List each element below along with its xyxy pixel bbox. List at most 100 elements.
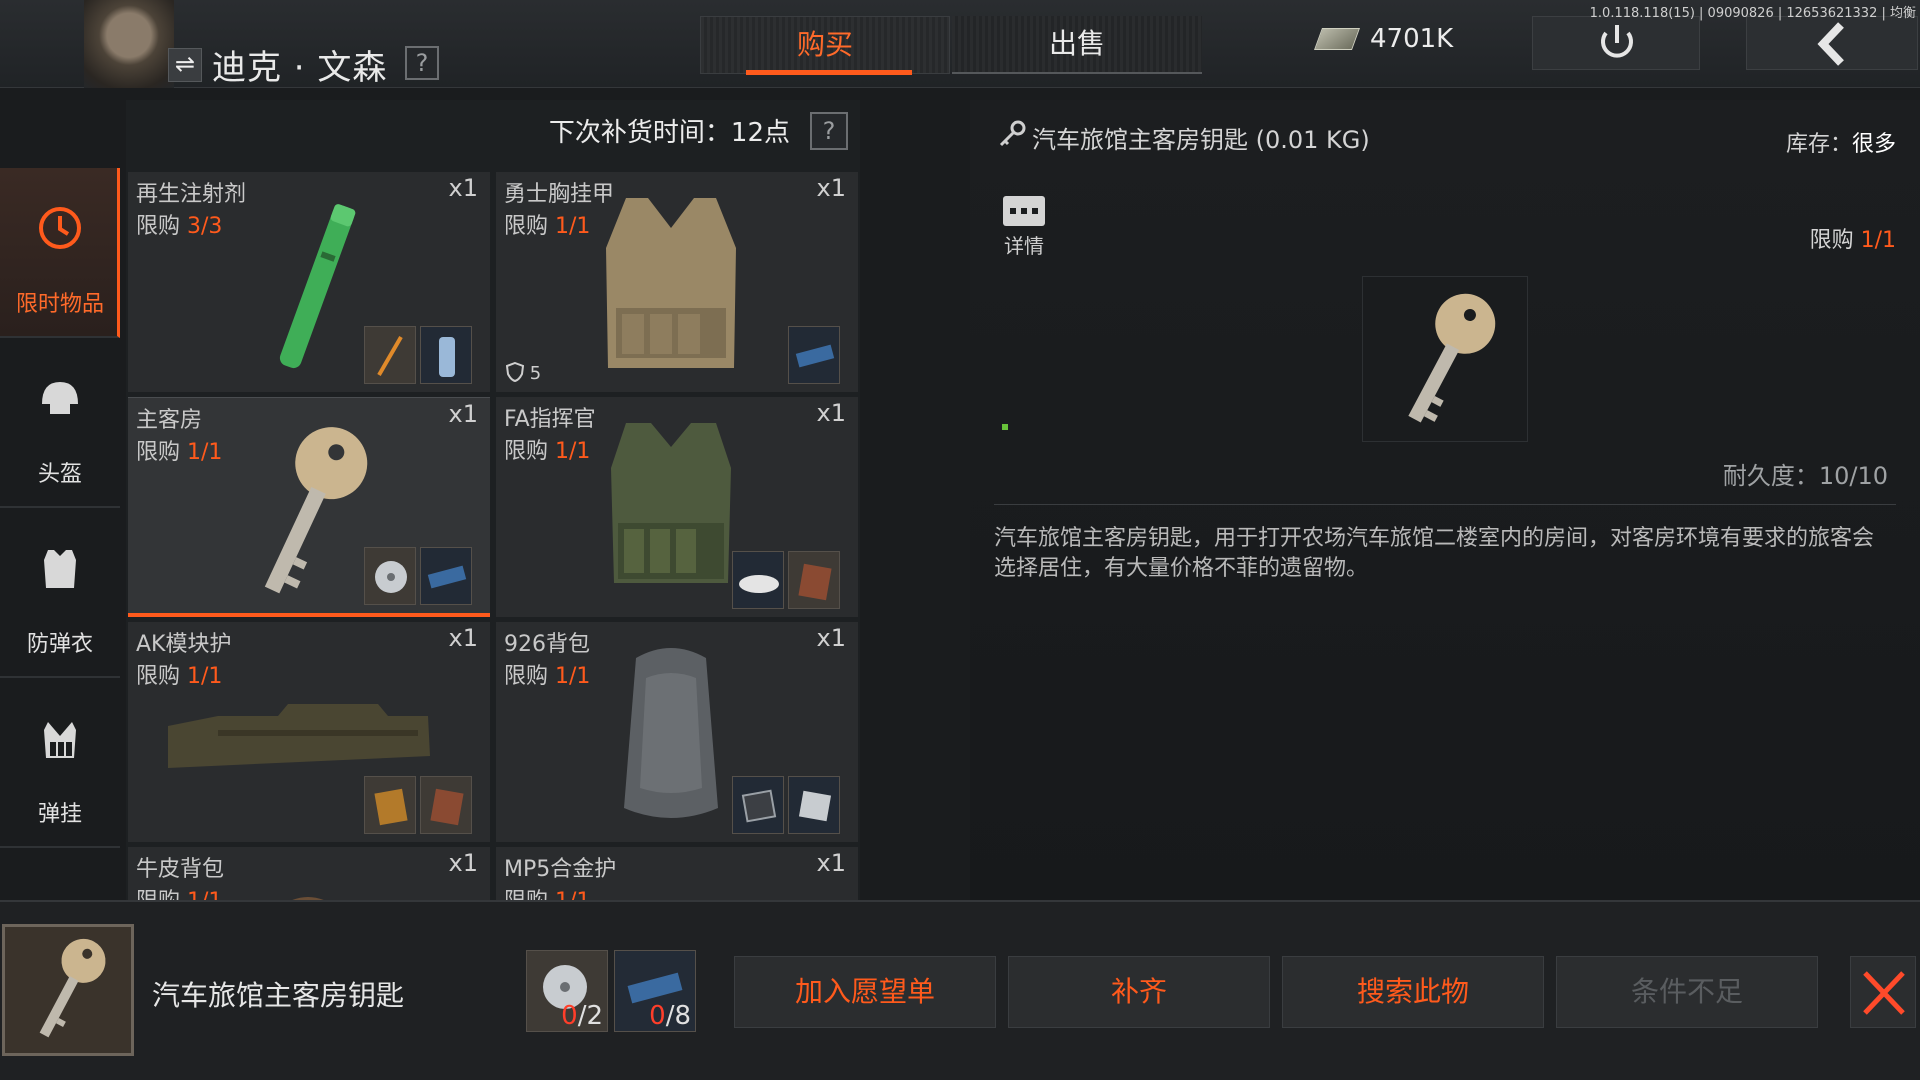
shop-item-card[interactable]: 牛皮背包 限购 1/1 x1 xyxy=(128,847,490,900)
stock-info: 库存：很多 xyxy=(1785,132,1896,157)
material-count: 0/2 xyxy=(561,1001,603,1031)
material-slot xyxy=(788,551,840,609)
category-limited[interactable]: 限时物品 xyxy=(0,168,120,338)
leather-backpack-image xyxy=(292,897,324,900)
item-quantity: x1 xyxy=(448,174,478,202)
material-slot xyxy=(364,326,416,384)
item-name: AK模块护 xyxy=(136,632,232,657)
close-button[interactable] xyxy=(1850,956,1916,1028)
back-button[interactable] xyxy=(1746,16,1918,70)
key-image xyxy=(264,427,368,594)
plate-carrier-image xyxy=(606,198,736,368)
item-name: 926背包 xyxy=(504,632,590,657)
shop-item-card[interactable]: 926背包 限购 1/1 x1 xyxy=(496,622,858,842)
shop-panel: 下次补货时间：12点 ? 再生注射剂 限购 3/3 x1 勇士胸挂甲 限购 1/… xyxy=(126,100,860,900)
restock-time: 下次补货时间：12点 xyxy=(548,118,790,148)
help-button[interactable]: ? xyxy=(405,46,439,80)
power-button[interactable] xyxy=(1532,16,1700,70)
material-slot xyxy=(788,776,840,834)
armor-level: 5 xyxy=(505,361,541,384)
tab-sell[interactable]: 出售 xyxy=(952,16,1202,74)
chevron-left-icon xyxy=(1817,22,1844,66)
close-icon xyxy=(1863,971,1905,1015)
key-icon xyxy=(999,120,1026,147)
material-slot xyxy=(420,776,472,834)
material-count: 0/8 xyxy=(649,1001,691,1031)
item-name: 牛皮背包 xyxy=(136,857,225,882)
shop-item-card[interactable]: FA指挥官 限购 1/1 x1 xyxy=(496,397,858,617)
material-slot xyxy=(364,547,416,605)
category-label: 防弹衣 xyxy=(26,632,93,657)
item-limit: 限购 1/1 xyxy=(136,440,223,465)
item-quantity: x1 xyxy=(448,624,478,652)
item-quantity: x1 xyxy=(816,624,846,652)
clock-icon xyxy=(39,207,81,249)
item-preview xyxy=(1362,276,1528,442)
key-image xyxy=(1408,293,1496,423)
character-name: 迪克 · 文森 xyxy=(212,48,388,88)
category-helmet[interactable]: 头盔 xyxy=(0,338,120,508)
key-image xyxy=(39,938,106,1038)
details-label: 详情 xyxy=(1004,234,1044,258)
tab-buy[interactable]: 购买 xyxy=(700,16,950,75)
shop-item-card[interactable]: 再生注射剂 限购 3/3 x1 xyxy=(128,172,490,392)
helmet-icon xyxy=(42,382,78,414)
tab-sell-label: 出售 xyxy=(1048,27,1105,60)
purchase-button-disabled[interactable]: 条件不足 xyxy=(1556,956,1818,1028)
item-description: 汽车旅馆主客房钥匙，用于打开农场汽车旅馆二楼室内的房间，对客房环境有要求的旅客会… xyxy=(994,526,1875,581)
detail-title: 汽车旅馆主客房钥匙 (0.01 KG) xyxy=(1032,126,1370,154)
active-tab-indicator xyxy=(746,70,912,75)
replenish-button[interactable]: 补齐 xyxy=(1008,956,1270,1028)
item-limit: 限购 1/1 xyxy=(504,439,591,464)
purchase-bar: 汽车旅馆主客房钥匙 0/2 0/8 加入愿望单 补齐 搜索此物 条件不足 xyxy=(0,900,1920,1080)
category-label: 限时物品 xyxy=(15,292,104,317)
tactical-vest-image xyxy=(611,423,731,583)
category-label: 弹挂 xyxy=(37,802,82,827)
backpack-image xyxy=(624,648,718,818)
item-quantity: x1 xyxy=(448,849,478,877)
tab-buy-label: 购买 xyxy=(796,28,853,61)
material-slot xyxy=(420,547,472,605)
item-limit: 限购 1/1 xyxy=(504,883,590,900)
version-info: 1.0.118.118(15) | 09090826 | 12653621332… xyxy=(1589,6,1916,21)
item-limit: 限购 3/3 xyxy=(136,214,223,239)
money-icon xyxy=(1313,28,1361,50)
item-quantity: x1 xyxy=(816,849,846,877)
restock-help-button[interactable]: ? xyxy=(810,112,848,150)
item-name: MP5合金护 xyxy=(504,857,617,882)
item-limit: 限购 1/1 xyxy=(504,664,591,689)
character-portrait xyxy=(84,0,174,88)
required-material: 0/2 xyxy=(526,950,608,1032)
item-limit: 限购 1/1 xyxy=(504,214,591,239)
swap-character-icon[interactable]: ⇌ xyxy=(168,48,202,82)
item-limit: 限购 1/1 xyxy=(136,883,222,900)
shop-item-card[interactable]: 勇士胸挂甲 限购 1/1 x1 5 xyxy=(496,172,858,392)
durability: 耐久度：10/10 xyxy=(1722,462,1888,490)
chest-rig-icon xyxy=(44,722,76,758)
material-slot xyxy=(364,776,416,834)
material-slot xyxy=(732,551,784,609)
shop-item-card[interactable]: MP5合金护 限购 1/1 x1 xyxy=(496,847,858,900)
selected-item-thumbnail xyxy=(2,924,134,1056)
add-to-wishlist-button[interactable]: 加入愿望单 xyxy=(734,956,996,1028)
status-dot xyxy=(1002,424,1008,430)
shop-item-card[interactable]: AK模块护 限购 1/1 x1 xyxy=(128,622,490,842)
item-name: 再生注射剂 xyxy=(136,182,247,207)
item-name: FA指挥官 xyxy=(504,407,596,432)
category-chest-rig[interactable]: 弹挂 xyxy=(0,678,120,848)
material-slot xyxy=(788,326,840,384)
money-balance: 4701K xyxy=(1370,24,1454,54)
selected-item-name: 汽车旅馆主客房钥匙 xyxy=(152,979,405,1012)
category-nav: 限时物品 头盔 防弹衣 弹挂 xyxy=(0,168,120,900)
syringe-image xyxy=(279,204,356,369)
item-name: 主客房 xyxy=(136,408,203,433)
shop-item-card-selected[interactable]: 主客房 限购 1/1 x1 xyxy=(128,397,490,617)
top-bar: ⇌ 迪克 · 文森 ? 购买 出售 4701K 1.0.118.118(15) … xyxy=(0,0,1920,88)
search-item-button[interactable]: 搜索此物 xyxy=(1282,956,1544,1028)
material-slot xyxy=(732,776,784,834)
category-body-armor[interactable]: 防弹衣 xyxy=(0,508,120,678)
category-label: 头盔 xyxy=(37,462,82,487)
details-button[interactable]: 详情 xyxy=(1000,196,1048,259)
handguard-image xyxy=(168,704,430,768)
required-material: 0/8 xyxy=(614,950,696,1032)
